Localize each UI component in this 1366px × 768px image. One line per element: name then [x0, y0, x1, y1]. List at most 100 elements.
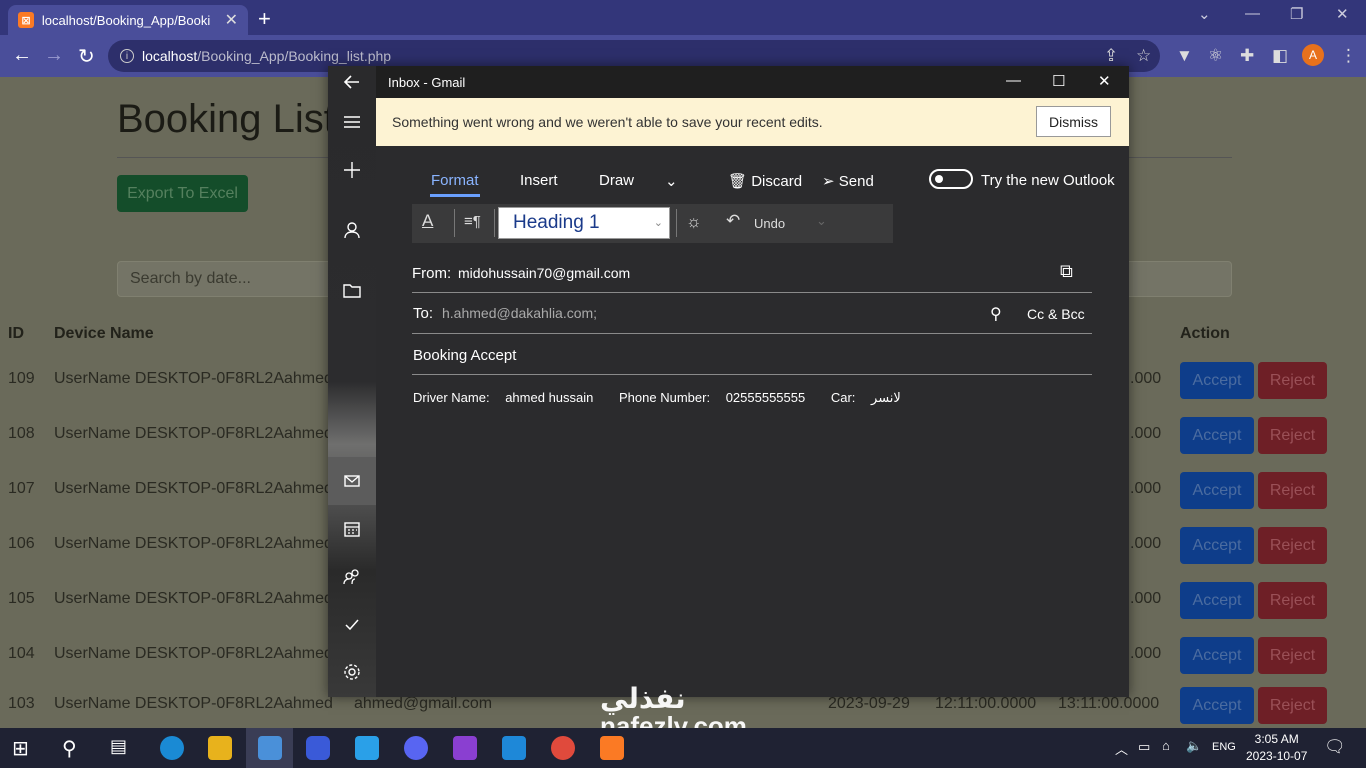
reject-button[interactable]: Reject — [1258, 582, 1327, 619]
send-button[interactable]: ➢ Send — [822, 172, 874, 190]
restore-icon[interactable]: ❐ — [1290, 5, 1303, 23]
ms-store-icon[interactable] — [355, 736, 379, 760]
tab-insert[interactable]: Insert — [520, 172, 558, 189]
vue-extension-icon[interactable]: ▼ — [1176, 46, 1193, 66]
calendar-icon[interactable] — [341, 518, 363, 540]
accept-button[interactable]: Accept — [1180, 582, 1254, 619]
search-icon[interactable]: ⚲ — [62, 736, 86, 760]
accept-button[interactable]: Accept — [1180, 687, 1254, 724]
mail-minimize-icon[interactable]: — — [1006, 72, 1021, 89]
extensions-puzzle-icon[interactable]: ✚ — [1240, 46, 1254, 66]
xampp-icon[interactable] — [600, 736, 624, 760]
network-icon[interactable]: ⌂ — [1162, 738, 1170, 753]
settings-gear-icon[interactable] — [341, 661, 363, 683]
new-tab-icon[interactable]: + — [258, 6, 271, 32]
bookmark-star-icon[interactable]: ☆ — [1136, 46, 1151, 66]
windows-start-icon[interactable]: ⊞ — [12, 736, 36, 760]
heading-style-value: Heading 1 — [513, 212, 600, 233]
tabs-more-chevron-icon[interactable]: ⌄ — [665, 172, 678, 190]
accept-button[interactable]: Accept — [1180, 527, 1254, 564]
tab-format[interactable]: Format — [431, 172, 479, 189]
driver-label: Driver Name: — [413, 390, 490, 405]
back-arrow-icon[interactable] — [341, 71, 363, 93]
browser-tab[interactable]: ⊠ localhost/Booking_App/Booking ✕ — [8, 5, 248, 35]
row-date: 2023-09-29 — [828, 695, 910, 712]
contacts-person-icon[interactable]: ⚲ — [990, 304, 1002, 324]
undo-icon[interactable]: ↶ — [726, 211, 740, 231]
reject-button[interactable]: Reject — [1258, 417, 1327, 454]
cc-bcc-button[interactable]: Cc & Bcc — [1027, 306, 1085, 322]
react-extension-icon[interactable]: ⚛ — [1208, 46, 1223, 66]
reject-button[interactable]: Reject — [1258, 527, 1327, 564]
back-icon[interactable]: ← — [12, 44, 32, 67]
reject-button[interactable]: Reject — [1258, 637, 1327, 674]
chrome-icon[interactable] — [551, 736, 575, 760]
new-mail-plus-icon[interactable] — [341, 159, 363, 181]
divider — [412, 333, 1092, 334]
column-header-action: Action — [1180, 325, 1230, 342]
minimize-icon[interactable]: — — [1245, 5, 1260, 22]
language-indicator[interactable]: ENG — [1212, 741, 1236, 753]
volume-icon[interactable]: 🔈 — [1186, 738, 1202, 754]
new-outlook-toggle[interactable] — [929, 169, 973, 189]
mail-app-icon[interactable] — [258, 736, 282, 760]
accounts-person-icon[interactable] — [341, 219, 363, 241]
export-excel-button[interactable]: Export To Excel — [117, 175, 248, 212]
close-icon[interactable]: ✕ — [1336, 5, 1349, 23]
mail-titlebar: Inbox - Gmail — ☐ ✕ — [376, 66, 1129, 98]
discord-icon[interactable] — [404, 736, 428, 760]
forward-icon[interactable]: → — [44, 44, 64, 67]
tab-search-icon[interactable]: ⌄ — [1198, 5, 1211, 23]
tab-close-icon[interactable]: ✕ — [225, 10, 238, 30]
discard-button[interactable]: 🗑 Discard — [728, 172, 802, 190]
profile-avatar[interactable]: A — [1302, 44, 1324, 66]
reject-button[interactable]: Reject — [1258, 472, 1327, 509]
mail-close-icon[interactable]: ✕ — [1098, 72, 1111, 90]
power-automate-icon[interactable] — [306, 736, 330, 760]
battery-icon[interactable]: ▭ — [1138, 739, 1150, 755]
accept-button[interactable]: Accept — [1180, 362, 1254, 399]
vscode-icon[interactable] — [502, 736, 526, 760]
paragraph-format-icon[interactable]: ≡¶ — [464, 213, 481, 230]
message-body[interactable]: Driver Name: ahmed hussain Phone Number:… — [413, 390, 913, 406]
tray-chevron-icon[interactable]: ︿ — [1115, 739, 1128, 758]
share-icon[interactable]: ⇪ — [1104, 46, 1118, 66]
tab-draw[interactable]: Draw — [599, 172, 634, 189]
accept-button[interactable]: Accept — [1180, 472, 1254, 509]
heading-style-select[interactable]: Heading 1 ⌄ — [498, 207, 670, 239]
xampp-favicon-icon: ⊠ — [18, 12, 34, 28]
format-toolbar: A ≡¶ Heading 1 ⌄ ☼ ↶ Undo ⌄ — [412, 204, 893, 243]
mail-maximize-icon[interactable]: ☐ — [1052, 72, 1065, 90]
hamburger-menu-icon[interactable] — [341, 111, 363, 133]
from-account[interactable]: midohussain70@gmail.com — [458, 265, 630, 281]
undo-chevron-icon[interactable]: ⌄ — [816, 213, 827, 229]
dismiss-button[interactable]: Dismiss — [1036, 106, 1111, 137]
visual-studio-icon[interactable] — [453, 736, 477, 760]
menu-kebab-icon[interactable]: ⋮ — [1340, 46, 1357, 66]
font-color-icon[interactable]: A — [422, 211, 433, 231]
undo-label[interactable]: Undo — [754, 216, 785, 231]
file-explorer-icon[interactable] — [208, 736, 232, 760]
mail-envelope-icon[interactable] — [341, 470, 363, 492]
row-id: 107 — [8, 480, 35, 497]
styles-sun-icon[interactable]: ☼ — [686, 212, 702, 232]
reload-icon[interactable]: ↻ — [78, 44, 95, 69]
site-info-icon[interactable]: i — [120, 49, 134, 63]
pop-out-icon[interactable]: ⧉ — [1060, 261, 1073, 282]
reject-button[interactable]: Reject — [1258, 362, 1327, 399]
edge-icon[interactable] — [160, 736, 184, 760]
task-view-icon[interactable]: ▤ — [110, 736, 134, 760]
row-device: UserName DESKTOP-0F8RL2Aahmed — [54, 695, 333, 712]
notifications-icon[interactable]: 🗨 — [1324, 737, 1346, 757]
people-icon[interactable] — [341, 566, 363, 588]
folder-icon[interactable] — [341, 279, 363, 301]
accept-button[interactable]: Accept — [1180, 417, 1254, 454]
reject-button[interactable]: Reject — [1258, 687, 1327, 724]
clock[interactable]: 3:05 AM 2023-10-07 — [1246, 731, 1307, 765]
subject-field[interactable]: Booking Accept — [413, 347, 516, 364]
toolbar-separator — [676, 209, 677, 237]
to-recipients[interactable]: h.ahmed@dakahlia.com; — [442, 305, 597, 321]
side-panel-icon[interactable]: ◧ — [1272, 46, 1288, 66]
todo-check-icon[interactable] — [341, 613, 363, 635]
accept-button[interactable]: Accept — [1180, 637, 1254, 674]
